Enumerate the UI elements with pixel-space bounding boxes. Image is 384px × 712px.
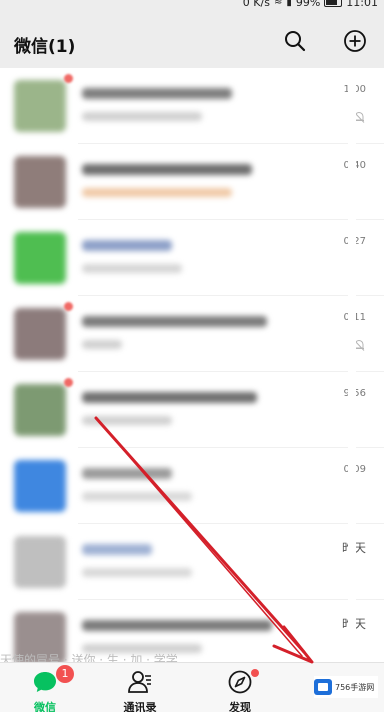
tab-discover[interactable]: 发现 [205, 663, 275, 712]
chat-name-blurred [82, 240, 172, 251]
status-indicators: 0 K/s ≈ ▮ 99% 11:01 [243, 0, 378, 9]
chat-list-item[interactable]: 0:11 [0, 296, 384, 372]
discover-notification-dot [251, 669, 259, 677]
tab-contacts[interactable]: 通讯录 [105, 663, 175, 712]
search-icon[interactable] [283, 29, 307, 53]
avatar [14, 80, 66, 132]
page-title: 微信(1) [14, 37, 76, 57]
site-watermark: 756手游网 [314, 676, 378, 698]
chat-list-item[interactable]: 0:27 [0, 220, 384, 296]
chat-list-item[interactable]: 0:09 [0, 448, 384, 524]
chat-name-blurred [82, 468, 172, 479]
status-time: 11:01 [346, 0, 378, 9]
wifi-icon: ≈ [273, 0, 283, 8]
chat-list: 1:000:400:270:119:560:09昨天昨天 [0, 68, 384, 662]
signal-icon: ▮ [286, 0, 292, 8]
chat-preview-blurred [82, 112, 202, 121]
chat-name-blurred [82, 316, 267, 327]
chat-name-blurred [82, 164, 252, 175]
chat-preview-blurred [82, 340, 122, 349]
tab-chats[interactable]: 1 微信 [10, 663, 80, 712]
watermark-logo-icon [314, 679, 332, 695]
chat-preview-blurred [82, 416, 172, 425]
chat-name-blurred [82, 620, 272, 631]
tab-contacts-label: 通讯录 [123, 701, 157, 712]
tab-discover-label: 发现 [229, 701, 251, 712]
chat-bubble-icon [32, 669, 58, 695]
chat-list-item[interactable]: 0:40 [0, 144, 384, 220]
unread-dot [64, 302, 73, 311]
contacts-icon [127, 669, 153, 695]
battery-percent: 99% [295, 0, 321, 9]
avatar [14, 536, 66, 588]
unread-badge: 1 [56, 665, 74, 683]
battery-icon [324, 0, 343, 7]
status-bar: 0 K/s ≈ ▮ 99% 11:01 [0, 0, 384, 12]
list-edge-strip [348, 68, 356, 662]
avatar [14, 232, 66, 284]
network-speed: 0 K/s [242, 0, 270, 9]
watermark-text: 756手游网 [335, 682, 375, 692]
chat-preview-blurred [82, 492, 192, 501]
avatar [14, 460, 66, 512]
chat-list-item[interactable]: 1:00 [0, 68, 384, 144]
chat-list-item[interactable]: 昨天 [0, 524, 384, 600]
chat-name-blurred [82, 544, 152, 555]
avatar [14, 384, 66, 436]
chat-name-blurred [82, 392, 257, 403]
top-app-bar: 微信(1) [0, 12, 384, 68]
chat-name-blurred [82, 88, 232, 99]
compass-icon [227, 669, 253, 695]
unread-dot [64, 74, 73, 83]
chat-list-item[interactable]: 9:56 [0, 372, 384, 448]
tab-chats-label: 微信 [34, 701, 56, 712]
plus-circle-icon[interactable] [343, 29, 367, 53]
avatar [14, 156, 66, 208]
chat-preview-blurred [82, 264, 182, 273]
unread-dot [64, 378, 73, 387]
chat-preview-blurred [82, 188, 232, 197]
avatar [14, 308, 66, 360]
chat-preview-blurred [82, 568, 192, 577]
